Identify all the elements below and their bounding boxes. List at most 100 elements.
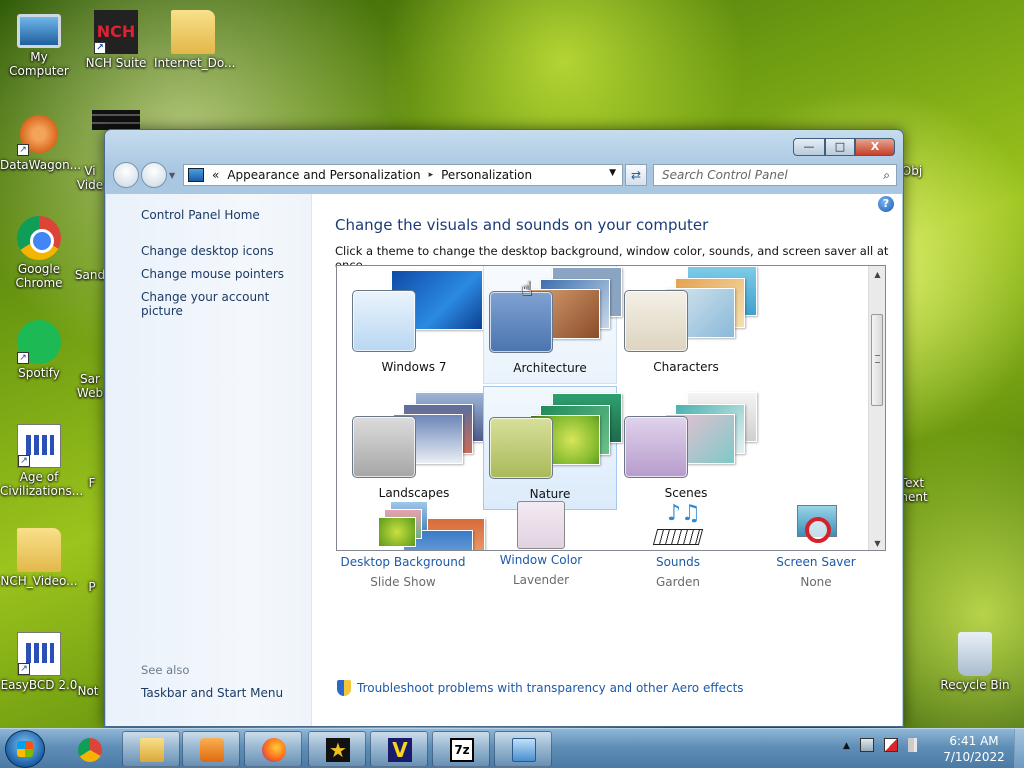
taskbar-chrome-button[interactable] bbox=[60, 731, 118, 767]
desktop-background-item[interactable]: Desktop Background Slide Show bbox=[333, 501, 473, 589]
troubleshoot-aero-link[interactable]: Troubleshoot problems with transparency … bbox=[357, 681, 744, 695]
taskbar-start-menu-link[interactable]: Taskbar and Start Menu bbox=[141, 686, 283, 700]
shield-icon bbox=[337, 680, 351, 696]
breadcrumb-personalization[interactable]: Personalization bbox=[441, 168, 532, 182]
theme-name: Nature bbox=[529, 487, 571, 501]
desktop-icon-spotify[interactable]: ↗ Spotify bbox=[0, 320, 78, 380]
hand-cursor-icon: ☝ bbox=[520, 276, 533, 300]
chrome-icon bbox=[78, 738, 102, 762]
folder-icon bbox=[140, 738, 164, 762]
refresh-button[interactable]: ⇄ bbox=[625, 164, 647, 186]
window-color-link[interactable]: Window Color bbox=[471, 553, 611, 567]
maximize-button[interactable]: □ bbox=[825, 138, 855, 156]
desktop-icon-easybcd[interactable]: ↗ EasyBCD 2.0 bbox=[0, 632, 78, 692]
change-account-picture-link[interactable]: Change your account picture bbox=[141, 290, 311, 318]
spotify-icon: ↗ bbox=[17, 320, 61, 364]
desktop-icon-age-of-civilizations[interactable]: ↗ Age of Civilizations... bbox=[0, 424, 83, 498]
recent-pages-dropdown[interactable]: ▼ bbox=[169, 171, 175, 180]
change-mouse-pointers-link[interactable]: Change mouse pointers bbox=[141, 267, 284, 281]
forward-button[interactable] bbox=[141, 162, 167, 188]
scroll-up-button[interactable]: ▲ bbox=[869, 266, 885, 283]
window-color-icon bbox=[517, 501, 565, 549]
navigation-bar: ▼ « Appearance and Personalization ▸ Per… bbox=[113, 162, 897, 188]
app-document-icon: ↗ bbox=[17, 632, 61, 676]
close-button[interactable]: X bbox=[855, 138, 895, 156]
address-bar[interactable]: « Appearance and Personalization ▸ Perso… bbox=[183, 164, 623, 186]
control-panel-home-link[interactable]: Control Panel Home bbox=[141, 208, 260, 222]
back-button[interactable] bbox=[113, 162, 139, 188]
start-button[interactable] bbox=[5, 730, 45, 768]
show-desktop-button[interactable] bbox=[1014, 729, 1024, 768]
search-icon[interactable]: ⌕ bbox=[883, 168, 890, 183]
breadcrumb-appearance[interactable]: Appearance and Personalization bbox=[227, 168, 420, 182]
taskbar-media-player-button[interactable] bbox=[182, 731, 240, 767]
breadcrumb-separator-icon[interactable]: ▸ bbox=[429, 170, 434, 180]
action-center-flag-icon[interactable] bbox=[883, 738, 898, 752]
taskbar-7zip-button[interactable]: 7z bbox=[432, 731, 490, 767]
shortcut-arrow-icon: ↗ bbox=[18, 455, 30, 467]
theme-nature[interactable]: Nature bbox=[483, 386, 622, 510]
desktop-icon-nch-video[interactable]: NCH_Video... bbox=[0, 528, 78, 588]
taskbar: ★ V 7z ▲ 6:41 AM 7/10/2022 bbox=[0, 728, 1024, 768]
taskbar-explorer-button[interactable] bbox=[122, 731, 180, 767]
star-film-icon: ★ bbox=[326, 738, 350, 762]
show-hidden-icons-button[interactable]: ▲ bbox=[843, 738, 850, 754]
theme-color-swatch bbox=[624, 290, 688, 352]
theme-characters[interactable]: Characters bbox=[619, 266, 757, 384]
sounds-item[interactable]: ♪♫ Sounds Garden bbox=[608, 501, 748, 589]
taskbar-v-app-button[interactable]: V bbox=[370, 731, 428, 767]
theme-name: Landscapes bbox=[378, 486, 450, 500]
shortcut-arrow-icon: ↗ bbox=[94, 42, 106, 54]
shortcut-arrow-icon: ↗ bbox=[18, 663, 30, 675]
screen-saver-link[interactable]: Screen Saver bbox=[746, 555, 886, 569]
sounds-icon: ♪♫ bbox=[652, 501, 704, 551]
clock-time: 6:41 AM bbox=[949, 734, 999, 748]
theme-color-swatch bbox=[352, 416, 416, 478]
system-clock[interactable]: 6:41 AM 7/10/2022 bbox=[936, 733, 1012, 765]
taskbar-movie-maker-button[interactable]: ★ bbox=[308, 731, 366, 767]
desktop-background-link[interactable]: Desktop Background bbox=[333, 555, 473, 569]
sounds-link[interactable]: Sounds bbox=[608, 555, 748, 569]
address-chevrons[interactable]: « bbox=[212, 168, 219, 182]
search-input[interactable]: Search Control Panel ⌕ bbox=[653, 164, 897, 186]
theme-architecture[interactable]: Architecture bbox=[483, 266, 622, 384]
clock-date: 7/10/2022 bbox=[943, 750, 1005, 764]
datawagon-icon: ↗ bbox=[17, 112, 61, 156]
theme-name: Windows 7 bbox=[381, 360, 447, 374]
folder-icon bbox=[171, 10, 215, 54]
theme-scenes[interactable]: Scenes bbox=[619, 386, 757, 510]
scroll-thumb[interactable] bbox=[871, 314, 883, 406]
change-desktop-icons-link[interactable]: Change desktop icons bbox=[141, 244, 274, 258]
desktop-background-icon bbox=[378, 501, 428, 551]
volume-icon[interactable] bbox=[907, 738, 922, 752]
desktop-icon-internet-download[interactable]: Internet_Do... bbox=[154, 10, 235, 70]
control-panel-icon bbox=[512, 738, 536, 762]
firefox-icon bbox=[262, 738, 286, 762]
theme-landscapes[interactable]: Landscapes bbox=[347, 386, 485, 510]
network-icon[interactable] bbox=[859, 738, 874, 752]
help-icon[interactable]: ? bbox=[878, 196, 894, 212]
desktop-icon-recycle-bin[interactable]: Recycle Bin bbox=[936, 632, 1014, 692]
window-content: Control Panel Home Change desktop icons … bbox=[106, 194, 902, 726]
desktop-icon-label: My Computer bbox=[9, 50, 69, 78]
film-icon bbox=[92, 110, 140, 130]
desktop-icon-label: Recycle Bin bbox=[940, 678, 1010, 692]
window-color-item[interactable]: Window Color Lavender bbox=[471, 501, 611, 587]
minimize-button[interactable]: — bbox=[793, 138, 825, 156]
7zip-icon: 7z bbox=[450, 738, 474, 762]
troubleshoot-aero-link-row[interactable]: Troubleshoot problems with transparency … bbox=[337, 680, 744, 696]
desktop-icon-datawagon[interactable]: ↗ DataWagon... bbox=[0, 112, 81, 172]
recycle-bin-icon bbox=[958, 632, 992, 676]
taskbar-control-panel-button[interactable] bbox=[494, 731, 552, 767]
desktop-icon-google-chrome[interactable]: Google Chrome bbox=[0, 216, 78, 290]
theme-name: Architecture bbox=[513, 361, 587, 375]
control-panel-icon bbox=[188, 168, 204, 182]
desktop-icon-nch-suite[interactable]: NCH ↗ NCH Suite bbox=[77, 10, 155, 70]
taskbar-firefox-button[interactable] bbox=[244, 731, 302, 767]
screen-saver-item[interactable]: Screen Saver None bbox=[746, 501, 886, 589]
desktop-icon-partial-video[interactable] bbox=[92, 110, 140, 130]
theme-windows-7[interactable]: Windows 7 bbox=[347, 266, 483, 384]
window-color-value: Lavender bbox=[512, 573, 570, 587]
desktop-icon-my-computer[interactable]: My Computer bbox=[0, 8, 78, 78]
address-dropdown-icon[interactable]: ▼ bbox=[609, 168, 616, 178]
